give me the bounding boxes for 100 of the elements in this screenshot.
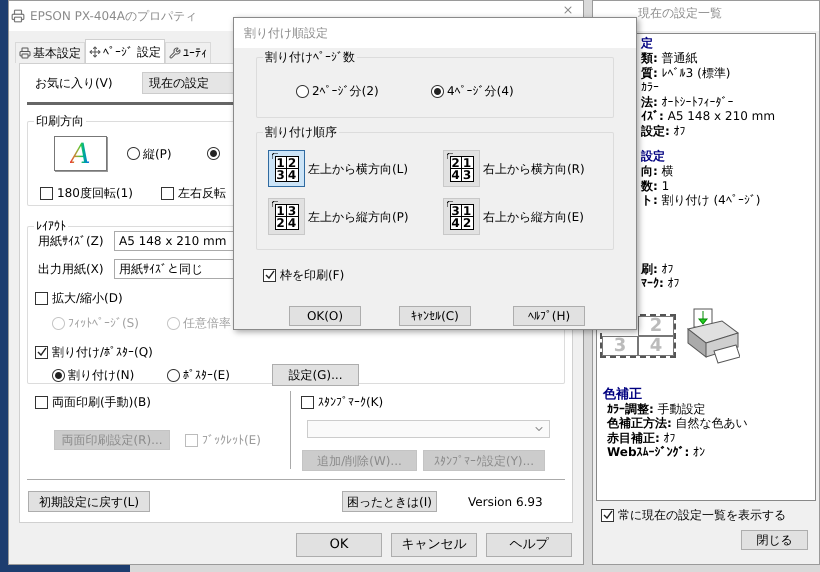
radio-button[interactable] bbox=[127, 147, 140, 160]
radio-button[interactable] bbox=[296, 84, 309, 98]
page-corner-icon bbox=[272, 152, 278, 158]
setting-line: Webｽﾑｰｼﾞﾝｸﾞ: ｵﾝ bbox=[607, 445, 706, 460]
setting-line: ﾏｰｸ: ｵﾌ bbox=[641, 276, 681, 290]
setting-line: 質: ﾚﾍﾞﾙ3 (標準) bbox=[641, 66, 732, 80]
group-title: 印刷方向 bbox=[34, 113, 86, 129]
ok-button[interactable]: OK(O) bbox=[289, 306, 361, 326]
setting-line: 赤目補正: ｵﾌ bbox=[607, 430, 677, 445]
checkbox[interactable] bbox=[35, 292, 48, 304]
field-label: 出力用紙(X) bbox=[37, 261, 105, 278]
page-number: 3 bbox=[462, 168, 472, 180]
setting-line: ｲｽﾞ: A5 148 x 210 mm bbox=[641, 109, 776, 124]
radio-label: ﾌｨｯﾄﾍﾟｰｼﾞ(S) bbox=[68, 315, 139, 332]
radio-label: 4ﾍﾟｰｼﾞ分(4) bbox=[447, 83, 514, 100]
page-number: 1 bbox=[276, 204, 286, 216]
page-number: 2 bbox=[286, 156, 298, 168]
radio-button[interactable] bbox=[167, 368, 180, 382]
checkbox-label: 割り付け/ﾎﾟｽﾀｰ(Q) bbox=[52, 344, 153, 361]
printer-drawing bbox=[686, 306, 740, 364]
radio-button[interactable] bbox=[431, 84, 444, 98]
layout-order-button[interactable]: 3 1 4 2 bbox=[443, 198, 480, 235]
checkbox-label: ｽﾀﾝﾌﾟﾏｰｸ(K) bbox=[318, 394, 384, 411]
page-number: 4 bbox=[286, 168, 298, 180]
page-number: 2 bbox=[276, 216, 286, 228]
setting-line: ｶﾗｰ調整: 手動設定 bbox=[607, 402, 707, 416]
page-number: 3 bbox=[276, 168, 286, 180]
page-number: 4 bbox=[450, 216, 462, 228]
checkbox-label: 枠を印刷(F) bbox=[280, 267, 344, 284]
page-number: 1 bbox=[276, 156, 286, 168]
setting-line: 数: 1 bbox=[641, 178, 670, 193]
checkbox-label: 両面印刷(手動)(B) bbox=[52, 394, 151, 411]
page-number: 2 bbox=[450, 156, 462, 168]
setting-line: 法: ｵｰﾄｼｰﾄﾌｨｰﾀﾞｰ bbox=[641, 94, 735, 109]
radio-button[interactable] bbox=[52, 368, 65, 382]
help-button[interactable]: ヘルプ bbox=[486, 533, 572, 557]
setting-line: 色補正方法: 自然な色あい bbox=[607, 416, 749, 430]
tab[interactable]: ﾍﾟｰｼﾞ 設定 bbox=[85, 39, 165, 63]
printer-icon bbox=[19, 47, 31, 59]
page-number: 1 bbox=[462, 156, 472, 168]
setting-line: ト: 割り付け (4ﾍﾟｰｼﾞ) bbox=[641, 193, 762, 208]
group-title: 割り付け順序 bbox=[263, 124, 339, 140]
checkbox-label: 180度回転(1) bbox=[57, 185, 133, 202]
section-title: 設定 bbox=[641, 149, 666, 164]
page-number: 3 bbox=[450, 204, 462, 216]
cancel-button[interactable]: キャンセル bbox=[391, 533, 477, 557]
checkbox[interactable] bbox=[601, 508, 614, 522]
page-corner-icon bbox=[446, 200, 452, 206]
checkbox[interactable] bbox=[160, 186, 174, 200]
option-label: 右上から横方向(R) bbox=[483, 160, 585, 178]
checkbox[interactable] bbox=[301, 396, 314, 408]
version-text: Version 6.93 bbox=[468, 494, 543, 510]
setting-line: ｶﾗｰ bbox=[641, 80, 660, 94]
settings-button[interactable]: 設定(G)... bbox=[272, 364, 359, 386]
checkbox[interactable] bbox=[35, 396, 48, 408]
option-label: 左上から縦方向(P) bbox=[308, 208, 409, 226]
setting-line: 刷: ｵﾌ bbox=[641, 262, 675, 276]
layout-order-button[interactable]: 2 1 4 3 bbox=[443, 150, 480, 187]
page-corner-icon bbox=[272, 200, 278, 206]
option-label: 左上から横方向(L) bbox=[308, 160, 408, 178]
move-icon bbox=[89, 46, 101, 58]
ok-button[interactable]: OK bbox=[296, 533, 382, 557]
page-number: 2 bbox=[650, 316, 662, 334]
checkbox[interactable] bbox=[40, 186, 53, 200]
checkbox-label: 左右反転 bbox=[178, 185, 226, 202]
option-label: 右上から縦方向(E) bbox=[483, 208, 584, 226]
layout-order-button[interactable]: 1 3 2 4 bbox=[268, 198, 305, 235]
checkbox[interactable] bbox=[185, 434, 198, 446]
troubleshoot-button[interactable]: 困ったときは(I) bbox=[342, 491, 437, 512]
page-number: 1 bbox=[462, 204, 472, 216]
layout-order-button[interactable]: 1 2 3 4 bbox=[268, 150, 305, 187]
window-title: EPSON PX-404Aのプロパティ bbox=[30, 8, 197, 25]
radio-label: 縦(P) bbox=[143, 146, 172, 162]
window-title: 現在の設定一覧 bbox=[638, 6, 722, 20]
radio-label: 任意倍率 bbox=[183, 315, 231, 332]
cancel-button[interactable]: ｷｬﾝｾﾙ(C) bbox=[399, 306, 471, 326]
page-number: 3 bbox=[614, 336, 626, 354]
radio-button[interactable] bbox=[206, 147, 220, 160]
page-number: 4 bbox=[286, 216, 298, 228]
checkbox[interactable] bbox=[35, 346, 48, 358]
close-button[interactable]: 閉じる bbox=[741, 530, 808, 550]
tab[interactable]: ﾕｰﾃｨ bbox=[164, 42, 211, 63]
field-label: お気に入り(V) bbox=[34, 75, 114, 92]
group-title: 割り付けﾍﾟｰｼﾞ数 bbox=[263, 49, 357, 65]
close-icon[interactable] bbox=[562, 4, 574, 16]
tab[interactable]: 基本設定 bbox=[15, 42, 85, 63]
checkbox-label: 拡大/縮小(D) bbox=[52, 290, 123, 307]
radio-label: 2ﾍﾟｰｼﾞ分(2) bbox=[312, 83, 379, 100]
page-corner-icon bbox=[446, 152, 452, 158]
section-title: 定 bbox=[641, 36, 654, 51]
help-button[interactable]: ﾍﾙﾌﾟ(H) bbox=[513, 306, 585, 326]
setting-line: 類: 普通紙 bbox=[641, 51, 699, 66]
window-title: 割り付け順設定 bbox=[244, 25, 328, 42]
radio-label: ﾎﾟｽﾀｰ(E) bbox=[183, 367, 230, 384]
checkbox-label: 常に現在の設定一覧を表示する bbox=[618, 507, 786, 524]
checkbox[interactable] bbox=[263, 268, 276, 282]
page-number: 4 bbox=[450, 168, 462, 180]
reset-button[interactable]: 初期設定に戻す(L) bbox=[28, 491, 150, 512]
page-number: 2 bbox=[462, 216, 472, 228]
page-number: 3 bbox=[286, 204, 298, 216]
